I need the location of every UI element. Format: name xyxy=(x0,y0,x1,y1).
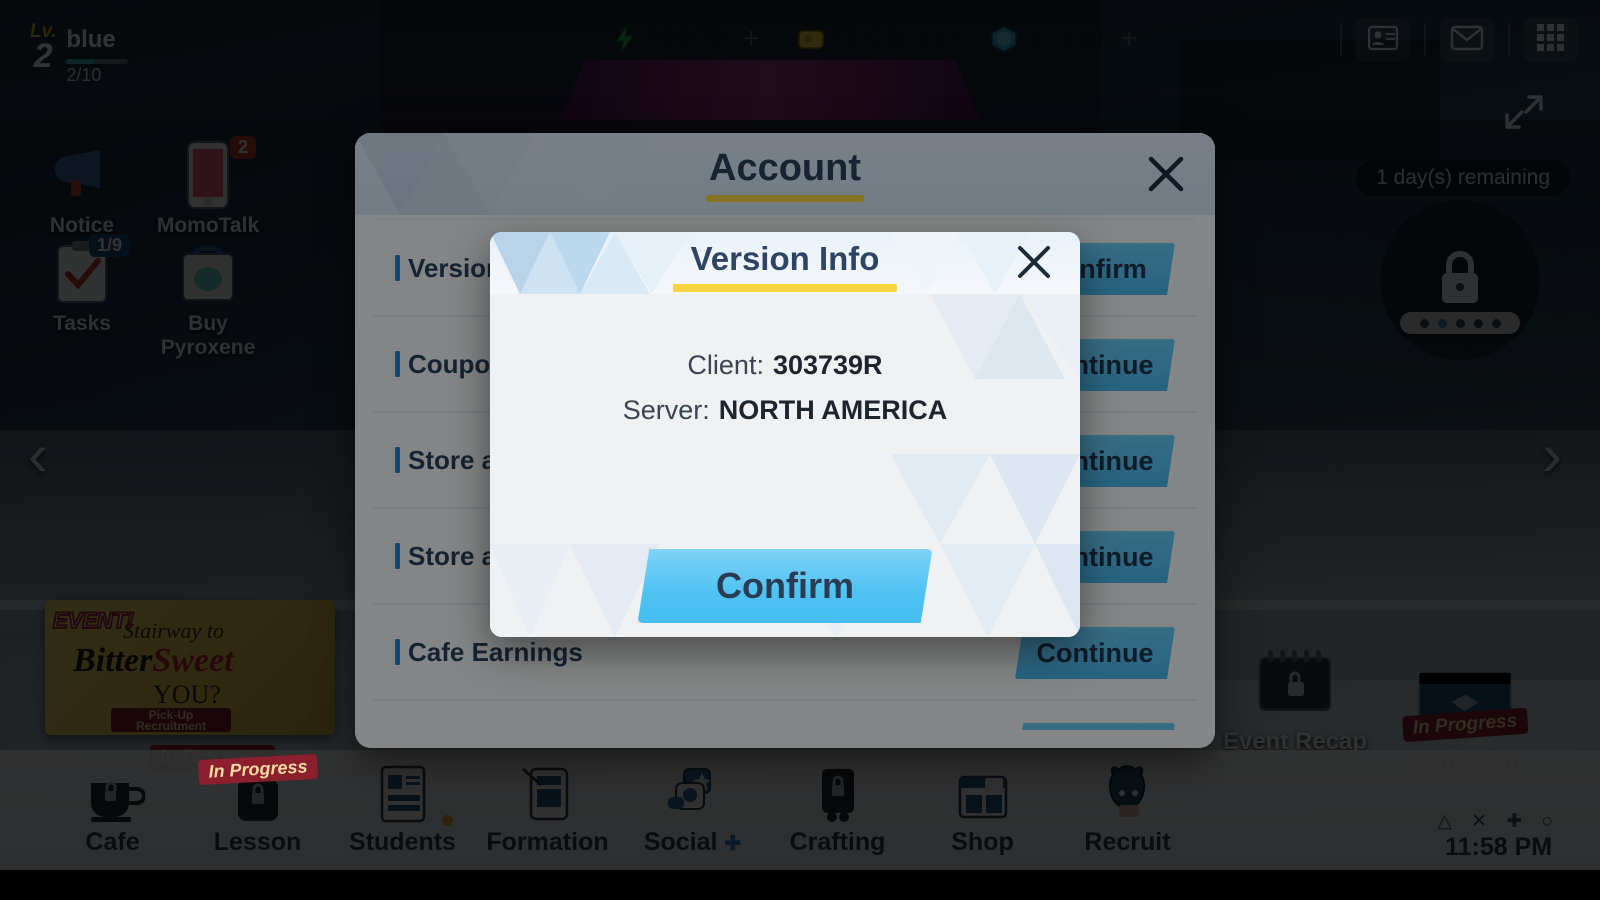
title-underline xyxy=(673,284,897,292)
version-modal-close-button[interactable] xyxy=(1012,242,1056,286)
version-field-server: Server: NORTH AMERICA xyxy=(490,395,1080,426)
field-key: Server: xyxy=(622,395,710,425)
version-fields: Client: 303739R Server: NORTH AMERICA xyxy=(490,294,1080,426)
close-icon xyxy=(1014,242,1054,287)
confirm-button[interactable]: Confirm xyxy=(637,549,933,623)
field-value: NORTH AMERICA xyxy=(718,395,948,425)
version-field-client: Client: 303739R xyxy=(490,350,1080,381)
version-modal-title: Version Info xyxy=(690,240,880,277)
field-key: Client: xyxy=(687,350,764,380)
version-info-modal: Version Info Client: 303739R Server: NOR… xyxy=(490,232,1080,637)
version-modal-body: Client: 303739R Server: NORTH AMERICA Co… xyxy=(490,294,1080,637)
version-modal-header: Version Info xyxy=(490,232,1080,294)
field-value: 303739R xyxy=(772,350,883,380)
